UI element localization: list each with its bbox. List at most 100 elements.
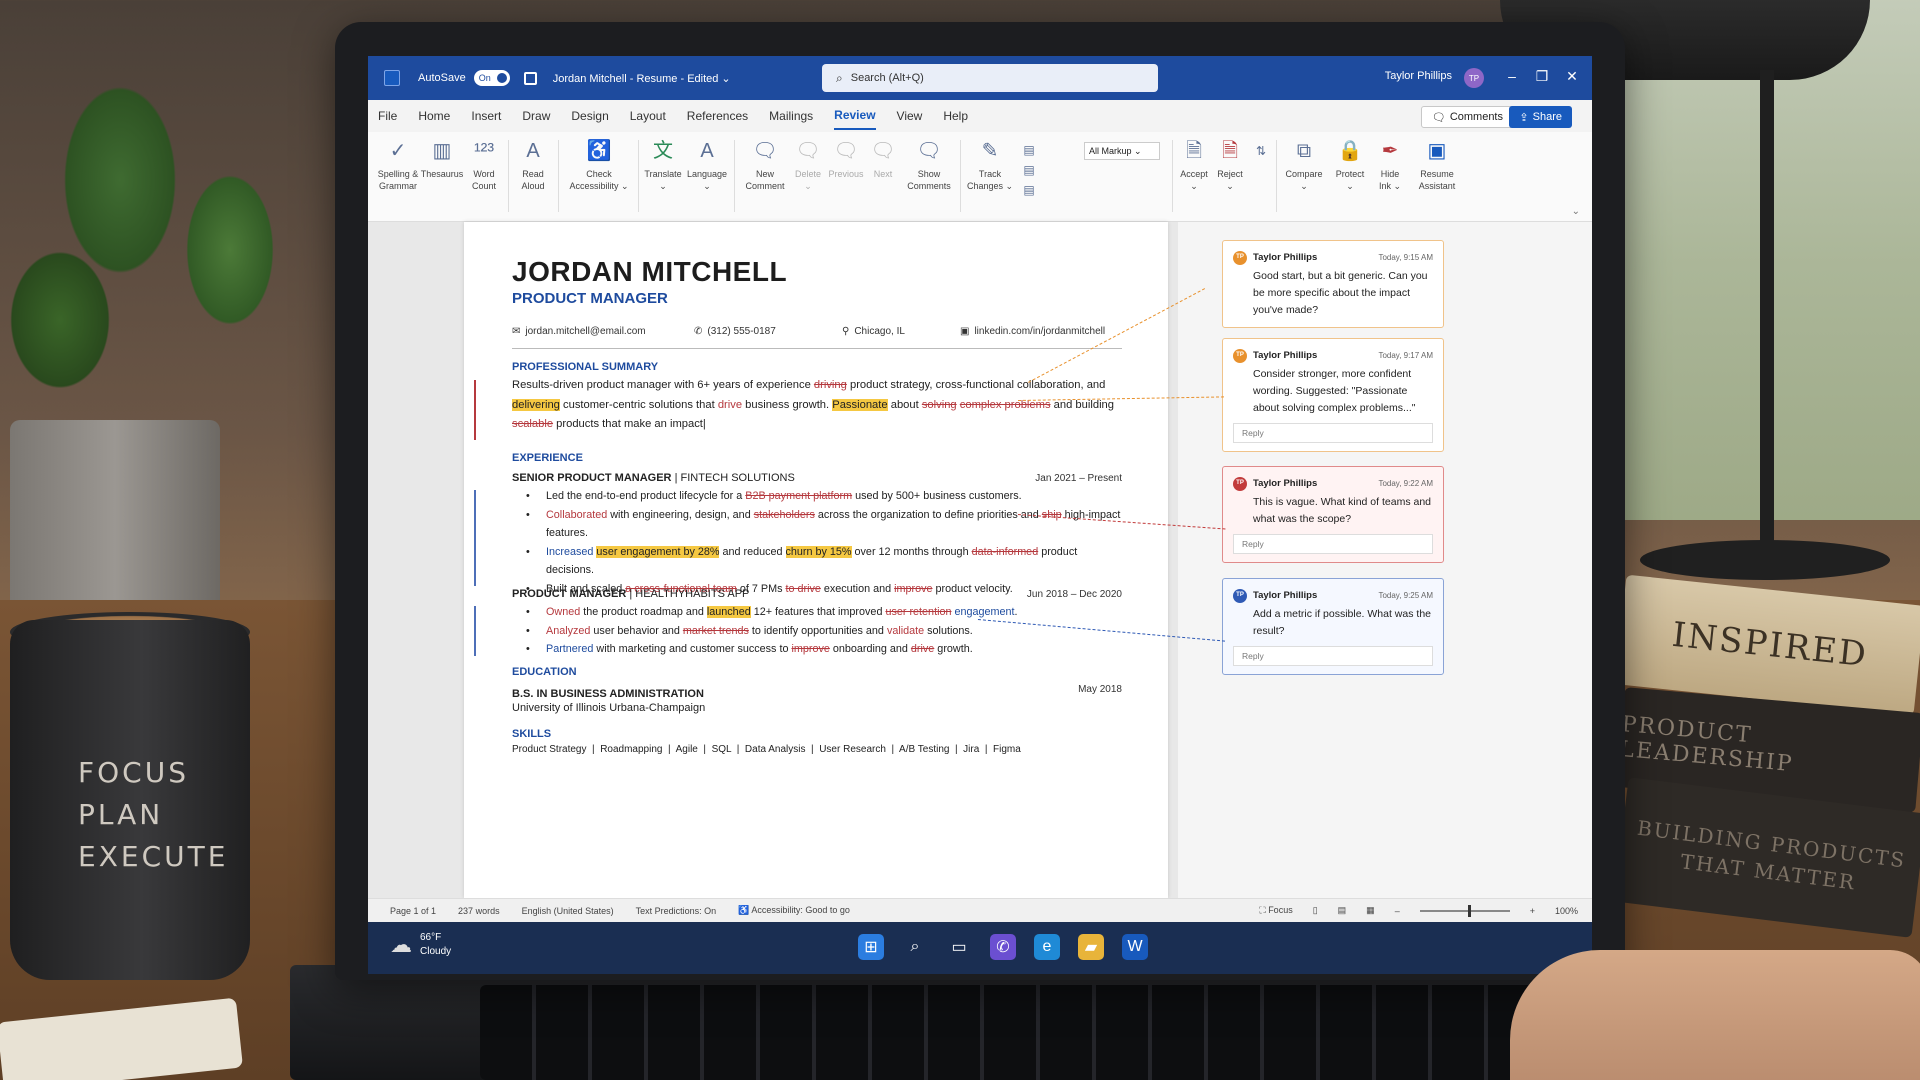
- save-icon[interactable]: [523, 71, 537, 85]
- comment-time: Today, 9:17 AM: [1378, 351, 1433, 360]
- tab-help[interactable]: Help: [943, 103, 968, 129]
- tab-layout[interactable]: Layout: [630, 103, 666, 129]
- track-changes-button[interactable]: ✎ Track Changes ⌄: [966, 138, 1014, 192]
- resume-assistant-button[interactable]: ▣ Resume Assistant: [1412, 138, 1462, 192]
- spelling-grammar-button[interactable]: ✓ Spelling & Grammar: [376, 138, 420, 192]
- print-layout-icon[interactable]: ▤: [1338, 905, 1347, 916]
- language-status[interactable]: English (United States): [522, 906, 614, 916]
- check-accessibility-button[interactable]: ♿ Check Accessibility ⌄: [564, 138, 634, 192]
- comment-card[interactable]: TP Taylor Phillips Today, 9:25 AM Add a me…: [1222, 578, 1444, 675]
- track-changes-label: Track Changes ⌄: [966, 169, 1014, 191]
- markup-select[interactable]: All Markup ⌄: [1084, 142, 1160, 160]
- tab-review[interactable]: Review: [834, 102, 876, 130]
- tab-mailings[interactable]: Mailings: [769, 103, 813, 129]
- tab-home[interactable]: Home: [418, 103, 450, 129]
- contact-linkedin: ▣ linkedin.com/in/jordanmitchell: [960, 326, 1105, 337]
- hide-ink-button[interactable]: ✒ Hide Ink ⌄: [1372, 138, 1408, 192]
- protect-button[interactable]: 🔒 Protect ⌄: [1330, 138, 1370, 192]
- accept-label: Accept ⌄: [1180, 169, 1208, 191]
- previous-label: Previous: [828, 169, 864, 179]
- job2-company: HEALTHYHABITS APP: [635, 588, 750, 600]
- show-comments-label: Show Comments: [907, 169, 951, 191]
- user-name[interactable]: Taylor Phillips: [1385, 70, 1452, 82]
- delete-comment-button[interactable]: 🗨 Delete ⌄: [790, 138, 826, 192]
- search-icon[interactable]: ⌕: [902, 934, 928, 960]
- web-layout-icon[interactable]: ▦: [1366, 905, 1375, 916]
- close-icon[interactable]: ✕: [1562, 68, 1582, 85]
- reject-button[interactable]: 🗎 Reject ⌄: [1212, 138, 1248, 192]
- change-navigation-icon[interactable]: ⇅: [1248, 138, 1270, 168]
- start-icon[interactable]: ⊞: [858, 934, 884, 960]
- file-explorer-icon[interactable]: ▰: [1078, 934, 1104, 960]
- share-button[interactable]: ⇪ Share: [1509, 106, 1572, 128]
- weather-widget[interactable]: ☁ 66°F Cloudy: [390, 931, 451, 959]
- tab-view[interactable]: View: [897, 103, 923, 129]
- reply-input[interactable]: Reply: [1233, 534, 1433, 554]
- zoom-slider[interactable]: [1419, 904, 1510, 917]
- page-count[interactable]: Page 1 of 1: [390, 906, 436, 916]
- word-count-button[interactable]: ¹²³ Word Count: [464, 138, 504, 192]
- next-comment-button[interactable]: 🗨 Next: [866, 138, 900, 180]
- comment-card[interactable]: TP Taylor Phillips Today, 9:15 AM Good sta…: [1222, 240, 1444, 328]
- delete-label: Delete ⌄: [794, 169, 821, 191]
- tab-draw[interactable]: Draw: [522, 103, 550, 129]
- user-avatar[interactable]: TP: [1464, 68, 1484, 88]
- tab-references[interactable]: References: [687, 103, 748, 129]
- read-aloud-button[interactable]: A Read Aloud: [512, 138, 554, 192]
- text-predictions-status[interactable]: Text Predictions: On: [636, 906, 717, 916]
- weather-temp: 66°F: [420, 932, 442, 943]
- word-count[interactable]: 237 words: [458, 906, 500, 916]
- document-title[interactable]: Jordan Mitchell - Resume - Edited ⌄: [553, 72, 731, 85]
- tab-file[interactable]: File: [378, 103, 397, 129]
- zoom-in-icon[interactable]: +: [1530, 906, 1535, 916]
- mug-text: FOCUS PLAN EXECUTE: [78, 752, 228, 878]
- search-box[interactable]: ⌕ Search (Alt+Q): [822, 64, 1158, 92]
- thesaurus-button[interactable]: ▥ Thesaurus: [420, 138, 464, 180]
- comment-card[interactable]: TP Taylor Phillips Today, 9:17 AM Consider…: [1222, 338, 1444, 452]
- tab-design[interactable]: Design: [571, 103, 608, 129]
- edge-icon[interactable]: e: [1034, 934, 1060, 960]
- accessibility-status[interactable]: ♿ Accessibility: Good to go: [738, 905, 850, 916]
- zoom-level[interactable]: 100%: [1555, 906, 1578, 916]
- compare-button[interactable]: ⧉ Compare ⌄: [1282, 138, 1326, 192]
- book-icon: ▥: [432, 140, 452, 162]
- document-area: JORDAN MITCHELL PRODUCT MANAGER ✉ jordan.…: [368, 222, 1592, 898]
- job2-dates: Jun 2018 – Dec 2020: [1026, 589, 1122, 600]
- minimize-icon[interactable]: –: [1502, 68, 1522, 84]
- markup-options-icon[interactable]: ▤ ▤ ▤: [1016, 140, 1036, 204]
- zoom-out-icon[interactable]: –: [1395, 906, 1400, 916]
- search-placeholder: Search (Alt+Q): [850, 72, 924, 84]
- tab-insert[interactable]: Insert: [471, 103, 501, 129]
- ribbon-collapse-icon[interactable]: ⌄: [1572, 206, 1580, 217]
- show-comments-button[interactable]: 🗨 Show Comments: [904, 138, 954, 192]
- chat-icon[interactable]: ✆: [990, 934, 1016, 960]
- divider: [512, 348, 1122, 349]
- next-label: Next: [873, 169, 893, 179]
- ribbon-divider: [1276, 140, 1277, 212]
- translate-button[interactable]: 文 Translate ⌄: [642, 138, 684, 192]
- status-bar: Page 1 of 1 237 words English (United St…: [368, 898, 1592, 922]
- reply-input[interactable]: Reply: [1233, 423, 1433, 443]
- markup-select-value: All Markup: [1089, 146, 1132, 156]
- reject-label: Reject ⌄: [1217, 169, 1243, 191]
- comments-button[interactable]: 🗨 Comments: [1420, 106, 1514, 128]
- plant: [0, 0, 330, 460]
- word-icon[interactable]: W: [1122, 934, 1148, 960]
- task-view-icon[interactable]: ▭: [946, 934, 972, 960]
- zoom-slider-thumb[interactable]: [1467, 904, 1471, 917]
- document-page[interactable]: JORDAN MITCHELL PRODUCT MANAGER ✉ jordan.…: [464, 222, 1168, 898]
- language-button[interactable]: A Language ⌄: [684, 138, 730, 192]
- new-comment-icon: 🗨: [752, 140, 778, 162]
- accept-button[interactable]: 🗎 Accept ⌄: [1176, 138, 1212, 192]
- comments-button-label: Comments: [1449, 111, 1503, 123]
- restore-icon[interactable]: ❐: [1532, 68, 1552, 85]
- previous-comment-button[interactable]: 🗨 Previous: [826, 138, 866, 180]
- read-aloud-label: Read Aloud: [521, 169, 545, 191]
- focus-button[interactable]: ⛶ Focus: [1259, 905, 1292, 916]
- autosave-toggle[interactable]: On: [473, 70, 510, 86]
- previous-icon: 🗨: [833, 140, 859, 162]
- reply-input[interactable]: Reply: [1233, 646, 1433, 666]
- new-comment-button[interactable]: 🗨 New Comment: [740, 138, 790, 192]
- read-mode-icon[interactable]: ▯: [1313, 905, 1318, 916]
- comment-card[interactable]: TP Taylor Phillips Today, 9:22 AM This is …: [1222, 466, 1444, 563]
